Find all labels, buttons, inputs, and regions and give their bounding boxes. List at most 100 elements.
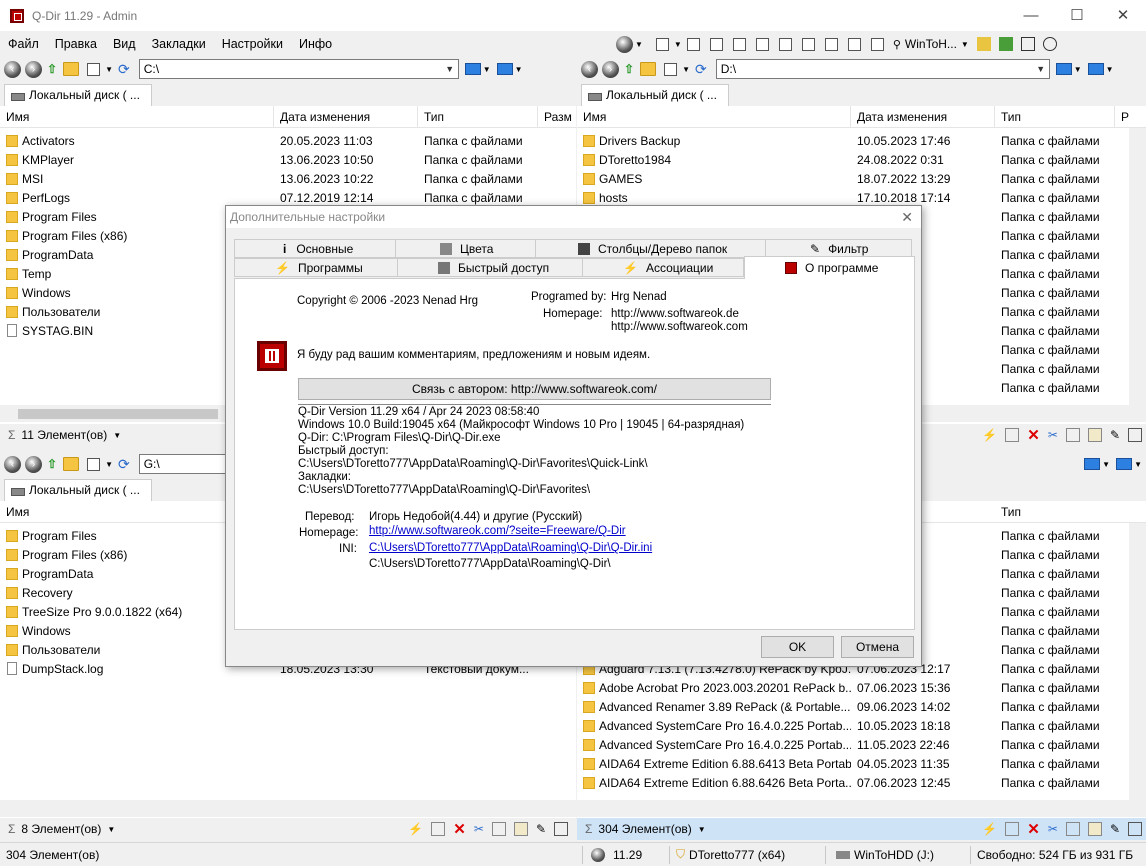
mail-icon[interactable]	[431, 822, 446, 836]
table-row[interactable]: AIDA64 Extreme Edition 6.88.6413 Beta Po…	[577, 754, 1146, 773]
up-icon[interactable]: ⇧	[624, 62, 634, 76]
table-row[interactable]: KMPlayer 13.06.2023 10:50 Папка с файлами	[0, 150, 576, 169]
table-row[interactable]: DToretto1984 24.08.2022 0:31 Папка с файла…	[577, 150, 1146, 169]
count-dropdown-icon[interactable]: ▼	[107, 825, 115, 834]
table-row[interactable]: Advanced SystemCare Pro 16.4.0.225 Porta…	[577, 716, 1146, 735]
address-dropdown-icon[interactable]: ▼	[1033, 60, 1049, 78]
back-icon[interactable]: ‹	[4, 455, 21, 473]
count-dropdown-icon[interactable]: ▼	[698, 825, 706, 834]
table-row[interactable]: GAMES 18.07.2022 13:29 Папка с файлами	[577, 169, 1146, 188]
col-date[interactable]: Дата изменения	[851, 106, 995, 127]
tab-about[interactable]: О программе	[744, 256, 915, 279]
tab-colors[interactable]: Цвета	[395, 239, 536, 258]
contact-author-button[interactable]: Связь с автором: http://www.softwareok.c…	[298, 378, 771, 400]
forward-icon[interactable]: ›	[25, 455, 42, 473]
layout-grid-icon[interactable]	[655, 37, 669, 51]
col-size[interactable]: Разм	[538, 106, 576, 127]
horizontal-scrollbar[interactable]	[0, 800, 576, 817]
menu-view[interactable]: Вид	[105, 37, 144, 51]
col-type[interactable]: Тип	[418, 106, 538, 127]
tab-columns[interactable]: Столбцы/Дерево папок	[535, 239, 766, 258]
count-dropdown-icon[interactable]: ▼	[113, 431, 121, 440]
forward-icon[interactable]: ›	[602, 60, 619, 78]
pen-icon[interactable]: ✎	[1110, 822, 1120, 836]
menu-bookmarks[interactable]: Закладки	[144, 37, 214, 51]
search-settings-icon[interactable]	[1020, 37, 1035, 51]
mail-icon[interactable]	[1005, 822, 1020, 836]
monitor-icon[interactable]	[1084, 458, 1101, 470]
up-icon[interactable]: ⇧	[47, 62, 57, 76]
layout-2-icon[interactable]	[709, 37, 723, 51]
layout-4-icon[interactable]	[755, 37, 769, 51]
view-mode-icon[interactable]	[664, 62, 678, 76]
delete-icon[interactable]: ✕	[1027, 820, 1040, 838]
up-icon[interactable]: ⇧	[47, 457, 57, 471]
vertical-scrollbar[interactable]	[1129, 523, 1146, 800]
table-row[interactable]: AIDA64 Extreme Edition 6.88.6426 Beta Po…	[577, 773, 1146, 792]
wintohdd-label[interactable]: WinToH...	[905, 37, 957, 51]
drive-tab[interactable]: Локальный диск ( ...	[4, 479, 152, 501]
menu-info[interactable]: Инфо	[291, 37, 340, 51]
layout-3-icon[interactable]	[732, 37, 746, 51]
close-button[interactable]: ✕	[1100, 0, 1146, 31]
col-name[interactable]: Имя	[0, 106, 274, 127]
copy-icon[interactable]	[1065, 428, 1080, 442]
drive-tab[interactable]: Локальный диск ( ...	[581, 84, 729, 106]
address-bar[interactable]: C:\ ▼	[138, 59, 459, 79]
properties-icon[interactable]	[554, 822, 568, 836]
tab-quick-access[interactable]: Быстрый доступ	[397, 258, 583, 277]
layout-1-icon[interactable]	[686, 37, 700, 51]
layout-6-icon[interactable]	[801, 37, 815, 51]
table-row[interactable]: MSI 13.06.2023 10:22 Папка с файлами	[0, 169, 576, 188]
tab-programs[interactable]: ⚡ Программы	[234, 258, 398, 277]
col-size[interactable]: Р	[1115, 106, 1129, 127]
address-dropdown-icon[interactable]: ▼	[442, 60, 458, 78]
menu-edit[interactable]: Правка	[47, 37, 105, 51]
col-type[interactable]: Тип	[995, 106, 1115, 127]
layout-7-icon[interactable]	[824, 37, 838, 51]
copy-icon[interactable]	[491, 822, 506, 836]
horizontal-scrollbar[interactable]	[577, 800, 1146, 817]
monitor2-icon[interactable]	[1116, 458, 1133, 470]
back-icon[interactable]: ‹	[4, 60, 21, 78]
cancel-button[interactable]: Отмена	[841, 636, 914, 658]
mail-icon[interactable]	[1005, 428, 1020, 442]
monitor-icon[interactable]	[1055, 63, 1072, 75]
paste-icon[interactable]	[1087, 822, 1102, 836]
monitor2-icon[interactable]	[1087, 63, 1104, 75]
delete-icon[interactable]: ✕	[453, 820, 466, 838]
properties-icon[interactable]	[1128, 428, 1142, 442]
drive-tab[interactable]: Локальный диск ( ...	[4, 84, 152, 106]
translation-homepage-link[interactable]: http://www.softwareok.com/?seite=Freewar…	[369, 525, 626, 537]
table-row[interactable]: Advanced SystemCare Pro 16.4.0.225 Porta…	[577, 735, 1146, 754]
address-bar[interactable]: D:\ ▼	[715, 59, 1050, 79]
col-name[interactable]: Имя	[577, 106, 851, 127]
new-folder-icon[interactable]	[63, 62, 80, 76]
view-mode-icon[interactable]	[87, 457, 101, 471]
menu-file[interactable]: Файл	[0, 37, 47, 51]
menu-settings[interactable]: Настройки	[214, 37, 291, 51]
cut-icon[interactable]: ✂	[1048, 428, 1058, 442]
table-row[interactable]: Activators 20.05.2023 11:03 Папка с файлам…	[0, 131, 576, 150]
tab-associations[interactable]: ⚡ Ассоциации	[582, 258, 744, 277]
new-folder-icon[interactable]	[63, 457, 80, 471]
dialog-close-icon[interactable]: ✕	[901, 206, 913, 228]
pin-icon[interactable]: ⚲	[893, 38, 901, 51]
cut-icon[interactable]: ✂	[474, 822, 484, 836]
back-icon[interactable]: ‹	[581, 60, 598, 78]
monitor-icon[interactable]	[464, 63, 481, 75]
properties-icon[interactable]	[1128, 822, 1142, 836]
delete-icon[interactable]: ✕	[1027, 426, 1040, 444]
table-row[interactable]: Drivers Backup 10.05.2023 17:46 Папка с фа…	[577, 131, 1146, 150]
power-icon[interactable]	[1042, 37, 1057, 51]
layout-9-icon[interactable]	[870, 37, 884, 51]
vertical-scrollbar[interactable]	[1129, 128, 1146, 405]
layout-8-icon[interactable]	[847, 37, 861, 51]
pen-icon[interactable]: ✎	[1110, 428, 1120, 442]
refresh-icon[interactable]: ⟳	[118, 456, 130, 473]
table-row[interactable]: Adobe Acrobat Pro 2023.003.20201 RePack …	[577, 678, 1146, 697]
col-date[interactable]: Дата изменения	[274, 106, 418, 127]
refresh-icon[interactable]: ⟳	[695, 61, 707, 78]
maximize-button[interactable]: ☐	[1054, 0, 1100, 31]
table-row[interactable]: Advanced Renamer 3.89 RePack (& Portable…	[577, 697, 1146, 716]
